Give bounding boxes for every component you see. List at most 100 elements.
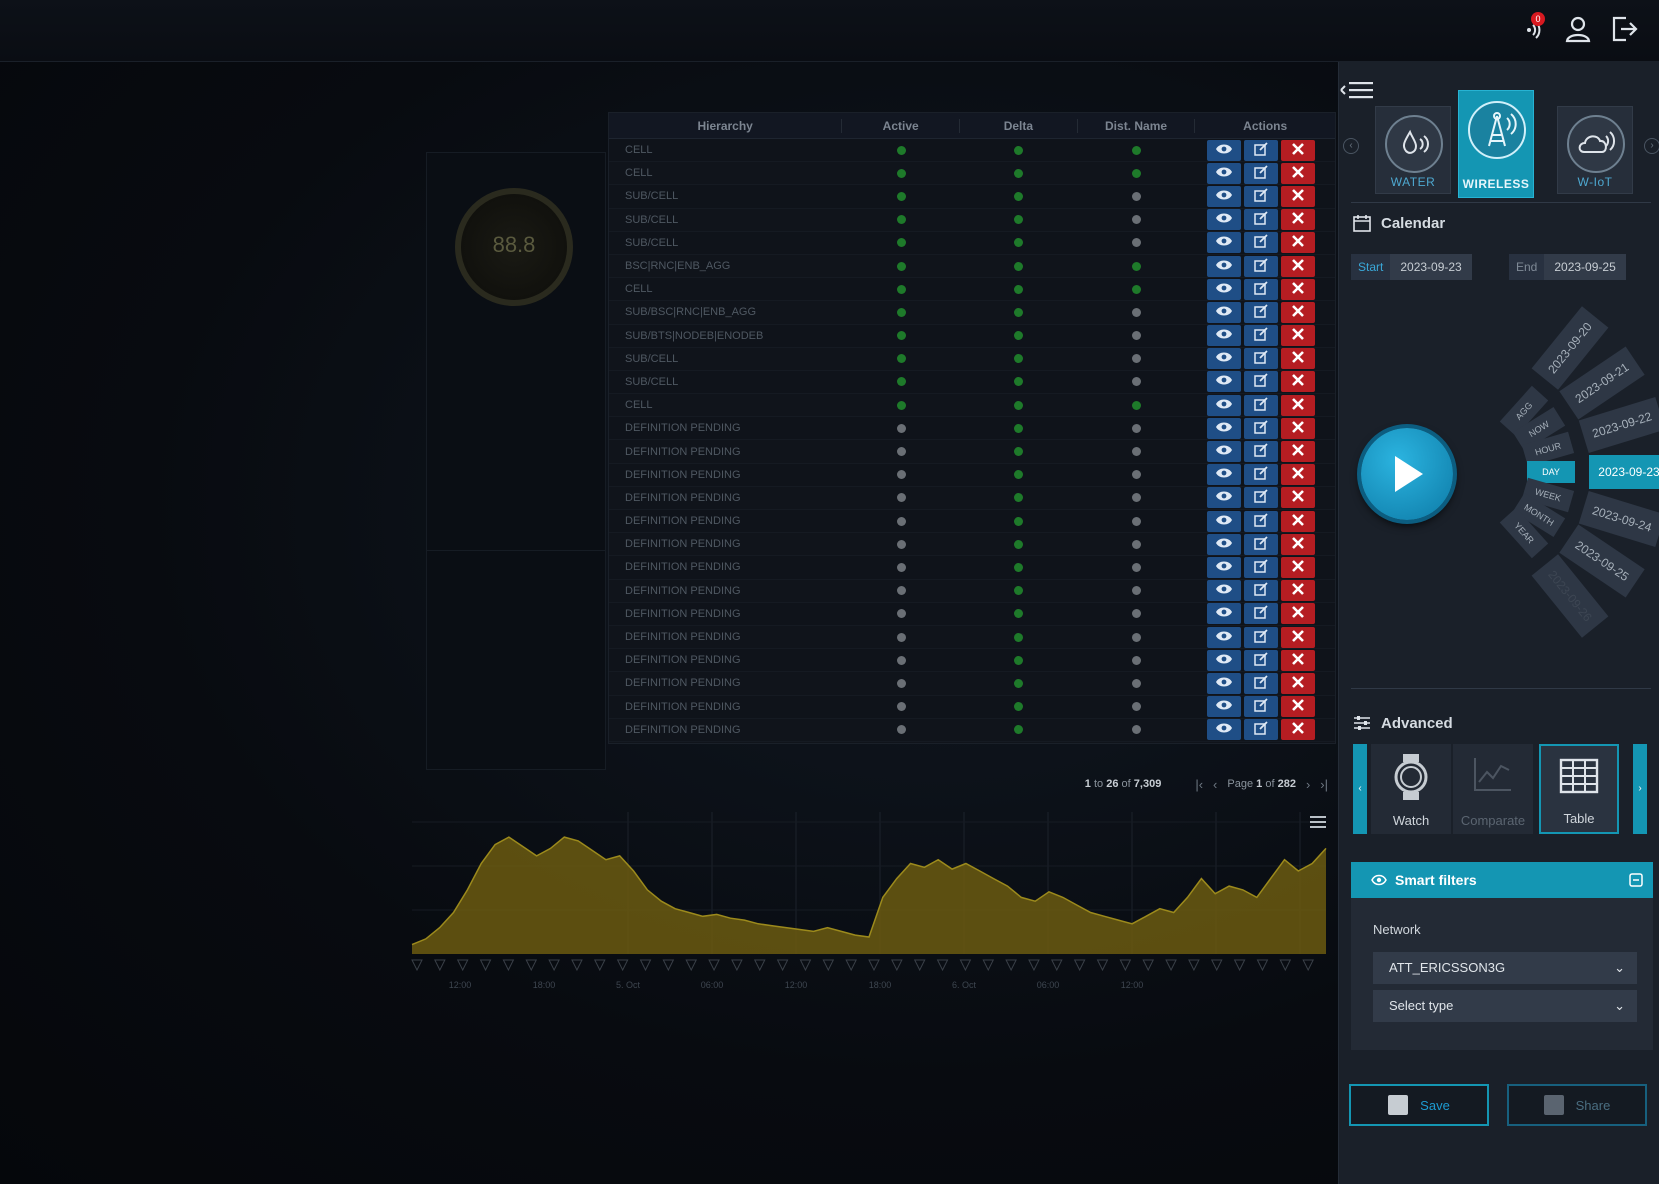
user-button[interactable] [1563, 14, 1593, 44]
delete-button[interactable] [1281, 255, 1316, 277]
chart-menu-icon[interactable] [1310, 816, 1326, 828]
end-date-value[interactable]: 2023-09-25 [1544, 254, 1626, 280]
header-hierarchy[interactable]: Hierarchy [609, 118, 843, 133]
table-row[interactable]: DEFINITION PENDING [609, 626, 1335, 650]
header-delta[interactable]: Delta [960, 118, 1078, 133]
view-button[interactable] [1207, 487, 1242, 509]
logout-button[interactable] [1609, 14, 1639, 44]
delete-button[interactable] [1281, 533, 1316, 555]
table-row[interactable]: DEFINITION PENDING [609, 695, 1335, 719]
type-select[interactable]: Select type ⌄ [1373, 990, 1637, 1022]
table-row[interactable]: CELL [609, 139, 1335, 163]
delete-button[interactable] [1281, 162, 1316, 184]
edit-button[interactable] [1244, 580, 1279, 602]
table-row[interactable]: DEFINITION PENDING [609, 510, 1335, 534]
header-dist-name[interactable]: Dist. Name [1078, 118, 1196, 133]
edit-button[interactable] [1244, 719, 1279, 741]
edit-button[interactable] [1244, 278, 1279, 300]
view-button[interactable] [1207, 348, 1242, 370]
view-button[interactable] [1207, 417, 1242, 439]
view-button[interactable] [1207, 580, 1242, 602]
edit-button[interactable] [1244, 626, 1279, 648]
delete-button[interactable] [1281, 394, 1316, 416]
module-water[interactable]: WATER [1375, 106, 1451, 194]
table-row[interactable]: SUB/CELL [609, 231, 1335, 255]
next-page-icon[interactable]: › [1306, 777, 1310, 792]
edit-button[interactable] [1244, 603, 1279, 625]
menu-toggle-icon[interactable] [1339, 76, 1379, 104]
table-row[interactable]: CELL [609, 278, 1335, 302]
view-button[interactable] [1207, 139, 1242, 161]
view-button[interactable] [1207, 533, 1242, 555]
edit-button[interactable] [1244, 464, 1279, 486]
edit-button[interactable] [1244, 162, 1279, 184]
view-button[interactable] [1207, 696, 1242, 718]
delete-button[interactable] [1281, 672, 1316, 694]
table-row[interactable]: SUB/CELL [609, 209, 1335, 232]
play-button[interactable] [1361, 428, 1453, 520]
table-row[interactable]: CELL [609, 394, 1335, 418]
delete-button[interactable] [1281, 649, 1316, 671]
delete-button[interactable] [1281, 325, 1316, 347]
view-comparate[interactable]: Comparate [1453, 744, 1533, 834]
edit-button[interactable] [1244, 255, 1279, 277]
delete-button[interactable] [1281, 719, 1316, 741]
table-row[interactable]: DEFINITION PENDING [609, 417, 1335, 441]
save-button[interactable]: Save [1349, 1084, 1489, 1126]
notification-button[interactable]: 0 [1517, 12, 1547, 44]
start-date-field[interactable]: Start 2023-09-23 [1351, 254, 1472, 280]
day-option[interactable]: 2023-09-23 [1589, 455, 1659, 489]
table-row[interactable]: DEFINITION PENDING [609, 580, 1335, 603]
delete-button[interactable] [1281, 139, 1316, 161]
view-button[interactable] [1207, 232, 1242, 254]
module-wireless[interactable]: WIRELESS [1458, 90, 1534, 198]
table-row[interactable]: DEFINITION PENDING [609, 533, 1335, 557]
edit-button[interactable] [1244, 139, 1279, 161]
edit-button[interactable] [1244, 301, 1279, 323]
edit-button[interactable] [1244, 696, 1279, 718]
edit-button[interactable] [1244, 417, 1279, 439]
view-button[interactable] [1207, 255, 1242, 277]
delete-button[interactable] [1281, 626, 1316, 648]
table-row[interactable]: DEFINITION PENDING [609, 463, 1335, 487]
view-button[interactable] [1207, 185, 1242, 207]
table-row[interactable]: DEFINITION PENDING [609, 649, 1335, 673]
view-button[interactable] [1207, 301, 1242, 323]
view-button[interactable] [1207, 510, 1242, 532]
view-button[interactable] [1207, 649, 1242, 671]
delete-button[interactable] [1281, 556, 1316, 578]
delete-button[interactable] [1281, 371, 1316, 393]
delete-button[interactable] [1281, 278, 1316, 300]
edit-button[interactable] [1244, 348, 1279, 370]
delete-button[interactable] [1281, 464, 1316, 486]
table-row[interactable]: DEFINITION PENDING [609, 719, 1335, 742]
share-button[interactable]: Share [1507, 1084, 1647, 1126]
view-table[interactable]: Table [1539, 744, 1619, 834]
table-row[interactable]: SUB/CELL [609, 370, 1335, 395]
view-button[interactable] [1207, 603, 1242, 625]
prev-page-icon[interactable]: ‹ [1213, 777, 1217, 792]
table-row[interactable]: SUB/BTS|NODEB|ENODEB [609, 324, 1335, 348]
table-row[interactable]: DEFINITION PENDING [609, 672, 1335, 696]
edit-button[interactable] [1244, 487, 1279, 509]
network-select[interactable]: ATT_ERICSSON3G ⌄ [1373, 952, 1637, 984]
delete-button[interactable] [1281, 232, 1316, 254]
table-row[interactable]: CELL [609, 162, 1335, 186]
view-button[interactable] [1207, 672, 1242, 694]
smart-filters-header[interactable]: Smart filters [1351, 862, 1653, 898]
module-wiot[interactable]: W-IoT [1557, 106, 1633, 194]
modules-next-icon[interactable]: › [1644, 138, 1659, 154]
edit-button[interactable] [1244, 533, 1279, 555]
view-button[interactable] [1207, 556, 1242, 578]
delete-button[interactable] [1281, 417, 1316, 439]
delete-button[interactable] [1281, 185, 1316, 207]
table-row[interactable]: DEFINITION PENDING [609, 440, 1335, 464]
delete-button[interactable] [1281, 696, 1316, 718]
delete-button[interactable] [1281, 603, 1316, 625]
end-date-field[interactable]: End 2023-09-25 [1509, 254, 1626, 280]
edit-button[interactable] [1244, 672, 1279, 694]
edit-button[interactable] [1244, 371, 1279, 393]
table-row[interactable]: SUB/CELL [609, 348, 1335, 371]
delete-button[interactable] [1281, 580, 1316, 602]
edit-button[interactable] [1244, 209, 1279, 231]
